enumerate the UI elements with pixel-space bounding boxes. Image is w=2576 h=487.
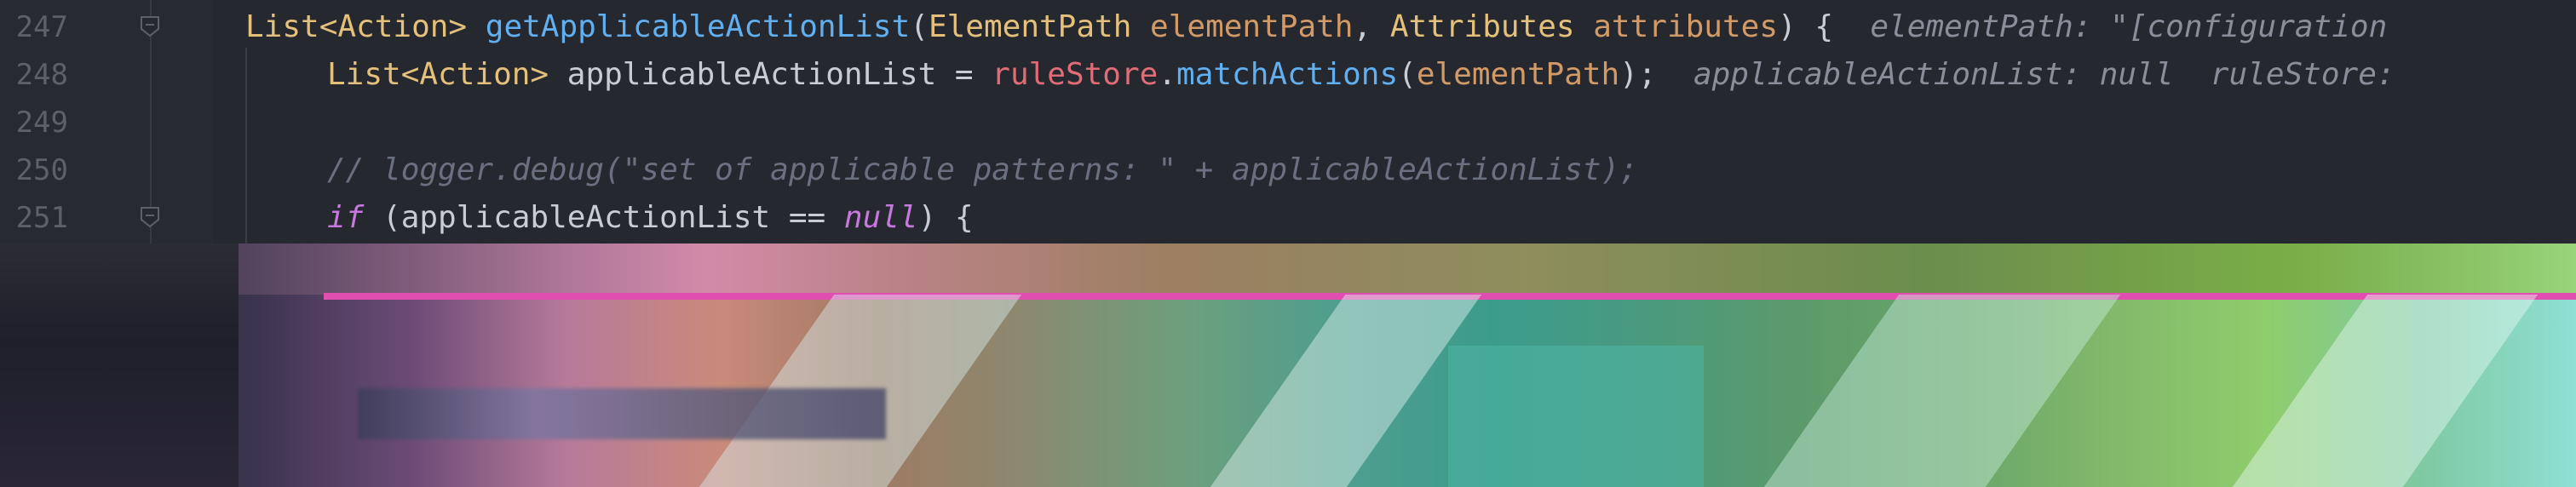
code-token: );: [1619, 57, 1693, 92]
fold-marker-icon[interactable]: [140, 206, 160, 228]
code-token: null: [843, 200, 918, 235]
code-token: elementPath: [1416, 57, 1620, 92]
code-token: (: [1398, 57, 1417, 92]
code-text[interactable]: List<Action> applicableActionList = rule…: [327, 51, 2395, 99]
code-token: List<Action>: [327, 57, 567, 92]
code-token: applicableActionList =: [566, 57, 992, 92]
code-text[interactable]: if (applicableActionList == null) {: [327, 194, 974, 242]
code-token: (: [910, 9, 929, 44]
line-number: 250: [15, 153, 68, 187]
line-number: 248: [15, 58, 68, 92]
code-token: if: [327, 200, 365, 235]
code-token: matchActions: [1176, 57, 1399, 92]
line-number: 249: [15, 106, 68, 140]
inline-debug-hint: elementPath: "[configuration: [1870, 9, 2388, 44]
code-line[interactable]: 248 List<Action> applicableActionList = r…: [0, 51, 2576, 99]
line-number: 247: [15, 10, 68, 44]
code-token: ,: [1353, 9, 1390, 44]
code-token: List<Action>: [245, 9, 486, 44]
code-editor[interactable]: 247 List<Action> getApplicableActionList(…: [0, 0, 2576, 487]
code-token: Attributes: [1389, 9, 1594, 44]
code-token: attributes: [1593, 9, 1778, 44]
code-text[interactable]: // logger.debug("set of applicable patte…: [327, 146, 1638, 194]
code-token: ) {: [917, 200, 974, 235]
code-token: elementPath: [1150, 9, 1354, 44]
code-token: (applicableActionList ==: [364, 200, 844, 235]
line-number: 251: [15, 201, 68, 235]
code-token: ruleStore: [992, 57, 1159, 92]
code-token: // logger.debug("set of applicable patte…: [327, 152, 1638, 187]
fold-marker-icon[interactable]: [140, 15, 160, 37]
code-text[interactable]: List<Action> getApplicableActionList(Ele…: [245, 3, 2387, 51]
code-token: ) {: [1778, 9, 1871, 44]
code-token: getApplicableActionList: [485, 9, 911, 44]
code-line[interactable]: 247 List<Action> getApplicableActionList(…: [0, 3, 2576, 51]
code-line[interactable]: 249: [0, 99, 2576, 146]
inline-debug-hint: applicableActionList: null ruleStore:: [1693, 57, 2395, 92]
corrupted-image-region: [0, 244, 2576, 487]
code-token: ElementPath: [928, 9, 1151, 44]
code-line[interactable]: 251 if (applicableActionList == null) {: [0, 194, 2576, 242]
code-token: .: [1158, 57, 1177, 92]
code-line[interactable]: 250 // logger.debug("set of applicable pa…: [0, 146, 2576, 194]
